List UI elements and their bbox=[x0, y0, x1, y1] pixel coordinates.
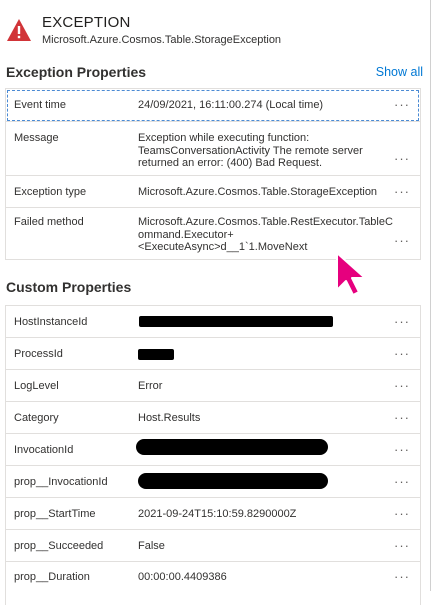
property-label: Message bbox=[14, 132, 59, 144]
table-row[interactable]: prop__Duration 00:00:00.4409386 ··· bbox=[6, 562, 420, 594]
more-options-button[interactable]: ··· bbox=[394, 97, 410, 112]
more-options-button[interactable]: ··· bbox=[394, 346, 410, 361]
table-row[interactable]: prop__InvocationId ··· bbox=[6, 466, 420, 498]
property-label: LogLevel bbox=[14, 380, 59, 392]
exception-properties-heading: Exception Properties bbox=[6, 64, 147, 80]
property-label: prop__Duration bbox=[14, 571, 90, 583]
table-row[interactable]: Message Exception while executing functi… bbox=[6, 122, 420, 176]
table-row[interactable]: LogLevel Error ··· bbox=[6, 370, 420, 402]
exception-title: EXCEPTION bbox=[42, 14, 131, 31]
more-options-button[interactable]: ··· bbox=[394, 506, 410, 521]
property-value: Microsoft.Azure.Cosmos.Table.StorageExce… bbox=[138, 186, 378, 198]
custom-properties-table: HostInstanceId ··· ProcessId ··· LogLeve… bbox=[5, 305, 421, 605]
panel-edge bbox=[430, 0, 431, 591]
table-row[interactable]: Category Host.Results ··· bbox=[6, 402, 420, 434]
property-value-line: ommand.Executor+ bbox=[138, 228, 234, 241]
exception-header: EXCEPTION Microsoft.Azure.Cosmos.Table.S… bbox=[0, 0, 443, 56]
property-value: 24/09/2021, 16:11:00.274 (Local time) bbox=[138, 99, 324, 111]
more-options-button[interactable]: ··· bbox=[394, 314, 410, 329]
property-value-line: Exception while executing function: bbox=[138, 132, 310, 144]
mouse-cursor-icon bbox=[336, 252, 366, 296]
table-row[interactable]: ProcessId ··· bbox=[6, 338, 420, 370]
property-value: 2021-09-24T15:10:59.8290000Z bbox=[138, 508, 297, 520]
property-value-line: TeamsConversationActivity The remote ser… bbox=[138, 144, 363, 157]
custom-properties-heading: Custom Properties bbox=[6, 279, 132, 295]
more-options-button[interactable]: ··· bbox=[394, 378, 410, 393]
table-row[interactable]: prop__Succeeded False ··· bbox=[6, 530, 420, 562]
property-value: False bbox=[138, 540, 165, 552]
property-value: Host.Results bbox=[138, 412, 201, 424]
exception-properties-table: Event time 24/09/2021, 16:11:00.274 (Loc… bbox=[5, 88, 421, 260]
table-row[interactable]: InvocationId ··· bbox=[6, 434, 420, 466]
redacted-value bbox=[136, 439, 328, 455]
property-value-line: returned an error: (400) Bad Request. bbox=[138, 157, 323, 169]
property-label: prop__StartTime bbox=[14, 508, 96, 520]
property-label: Event time bbox=[14, 99, 66, 111]
warning-triangle-icon bbox=[7, 19, 31, 41]
property-label: Failed method bbox=[14, 216, 84, 228]
more-options-button[interactable]: ··· bbox=[394, 184, 410, 199]
more-options-button[interactable]: ··· bbox=[394, 233, 410, 248]
property-label: prop__InvocationId bbox=[14, 476, 108, 488]
exception-subtitle: Microsoft.Azure.Cosmos.Table.StorageExce… bbox=[42, 34, 282, 46]
more-options-button[interactable]: ··· bbox=[394, 569, 410, 584]
property-value: Error bbox=[138, 380, 163, 392]
more-options-button[interactable]: ··· bbox=[394, 410, 410, 425]
table-row[interactable]: HostInstanceId ··· bbox=[6, 306, 420, 338]
table-row[interactable]: prop__StartTime 2021-09-24T15:10:59.8290… bbox=[6, 498, 420, 530]
show-all-link[interactable]: Show all bbox=[376, 65, 423, 79]
redacted-value bbox=[139, 316, 333, 327]
property-label: HostInstanceId bbox=[14, 316, 88, 328]
redacted-value bbox=[138, 473, 328, 489]
property-value-line: Microsoft.Azure.Cosmos.Table.RestExecuto… bbox=[138, 216, 393, 228]
property-label: prop__Succeeded bbox=[14, 540, 104, 552]
table-row[interactable]: Event time 24/09/2021, 16:11:00.274 (Loc… bbox=[6, 89, 420, 122]
more-options-button[interactable]: ··· bbox=[394, 474, 410, 489]
redacted-value bbox=[138, 349, 174, 360]
property-label: Category bbox=[14, 412, 59, 424]
table-row[interactable]: Exception type Microsoft.Azure.Cosmos.Ta… bbox=[6, 176, 420, 208]
more-options-button[interactable]: ··· bbox=[394, 151, 410, 166]
property-label: Exception type bbox=[14, 186, 87, 198]
more-options-button[interactable]: ··· bbox=[394, 538, 410, 553]
more-options-button[interactable]: ··· bbox=[394, 442, 410, 457]
property-label: InvocationId bbox=[14, 444, 74, 456]
property-value: 00:00:00.4409386 bbox=[138, 571, 227, 583]
property-label: ProcessId bbox=[14, 348, 63, 360]
